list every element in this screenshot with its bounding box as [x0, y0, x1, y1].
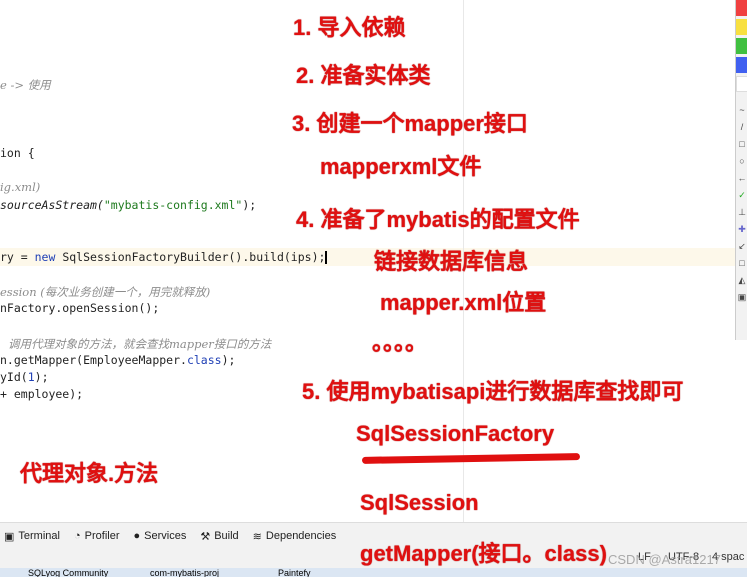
text-icon[interactable]: ⊥	[736, 204, 747, 221]
code-token: sourceAsStream(	[0, 198, 104, 212]
frame-icon[interactable]: □	[736, 255, 747, 272]
annotation-step-4-etc: 。。。。	[372, 330, 428, 355]
code-line: nFactory.openSession();	[0, 301, 160, 315]
color-swatch-yellow[interactable]	[736, 19, 747, 35]
annotation-step-2: 2. 准备实体类	[296, 63, 431, 88]
undo-icon[interactable]: ↙	[736, 238, 747, 255]
taskbar-item[interactable]: SQLyog Community	[28, 568, 108, 577]
taskbar-item[interactable]: Paintefy	[278, 568, 311, 577]
tool-window-label: Profiler	[84, 530, 120, 542]
color-swatch-white[interactable]	[736, 76, 747, 92]
move-icon[interactable]: ✚	[736, 221, 747, 238]
arrow-icon[interactable]: ←	[736, 170, 747, 187]
code-token: ry =	[0, 250, 35, 264]
tool-window-terminal[interactable]: ▣ Terminal	[4, 530, 60, 543]
code-keyword: new	[34, 250, 56, 264]
code-keyword: class	[186, 353, 222, 367]
color-swatch-blue[interactable]	[736, 57, 747, 73]
services-icon: ●	[133, 530, 141, 542]
terminal-icon: ▣	[4, 530, 15, 543]
tool-window-build[interactable]: ⚒ Build	[200, 530, 238, 543]
code-line: n.getMapper(EmployeeMapper.class);	[0, 353, 235, 367]
code-token: yId(	[0, 370, 28, 384]
taskbar-item[interactable]: com-mybatis-proj	[150, 568, 219, 577]
annotation-proxy-method: 代理对象.方法	[20, 461, 159, 486]
tool-window-services[interactable]: ● Services	[133, 530, 186, 542]
taskbar: SQLyog Community com-mybatis-proj Painte…	[0, 568, 747, 577]
code-line: ry = new SqlSessionFactoryBuilder().buil…	[0, 250, 328, 264]
dependencies-icon: ≋	[252, 530, 262, 543]
annotation-step-5: 5. 使用mybatisapi进行数据库查找即可	[302, 379, 684, 404]
rectangle-icon[interactable]: □	[736, 136, 747, 153]
tool-window-label: Build	[214, 530, 239, 542]
annotation-sqlsessionfactory: SqlSessionFactory	[356, 421, 555, 446]
text-caret	[325, 251, 328, 264]
code-line: sourceAsStream("mybatis-config.xml");	[0, 198, 256, 212]
profiler-icon: ◔	[73, 530, 81, 542]
annotation-sqlsession: SqlSession	[360, 490, 479, 515]
code-token: n.getMapper(EmployeeMapper.	[0, 353, 187, 367]
tool-window-label: Terminal	[18, 530, 60, 542]
code-string: "mybatis-config.xml"	[103, 198, 243, 212]
annotation-step-4-mapper: mapper.xml位置	[380, 290, 547, 315]
code-line: yId(1);	[0, 370, 49, 384]
code-token: SqlSessionFactoryBuilder().build(ips);	[55, 250, 326, 264]
check-icon[interactable]: ✓	[736, 187, 747, 204]
code-comment: ession (每次业务创建一个，用完就释放)	[0, 285, 211, 299]
code-line: + employee);	[0, 387, 84, 401]
screen-icon[interactable]: ▣	[736, 289, 747, 306]
line-icon[interactable]: /	[736, 119, 747, 136]
code-token: );	[242, 198, 257, 212]
ellipse-icon[interactable]: ○	[736, 153, 747, 170]
color-swatch-green[interactable]	[736, 38, 747, 54]
tool-window-label: Services	[144, 530, 187, 542]
tool-window-profiler[interactable]: ◔ Profiler	[74, 530, 120, 542]
color-swatch-red[interactable]	[736, 0, 747, 16]
annotation-step-3: 3. 创建一个mapper接口	[292, 111, 528, 136]
code-token: );	[221, 353, 236, 367]
watermark: CSDN @Astra1217	[608, 552, 721, 567]
tool-window-label: Dependencies	[265, 530, 337, 542]
hammer-icon: ⚒	[200, 530, 211, 543]
tool-window-dependencies[interactable]: ≋ Dependencies	[253, 530, 337, 543]
annotation-step-1: 1. 导入依赖	[293, 15, 406, 40]
code-line: ion {	[0, 146, 35, 160]
eraser-icon[interactable]: ◭	[736, 272, 747, 289]
annotation-step-3-detail: mapperxml文件	[320, 154, 482, 179]
code-token: );	[34, 370, 49, 384]
code-number: 1	[27, 370, 35, 384]
code-comment: 调用代理对象的方法，就会查找mapper接口的方法	[8, 337, 272, 351]
annotation-getmapper: getMapper(接口。class)	[360, 541, 607, 566]
freehand-icon[interactable]: ~	[736, 102, 747, 119]
annotation-step-4-db: 链接数据库信息	[374, 249, 529, 274]
annotation-step-4: 4. 准备了mybatis的配置文件	[296, 207, 580, 232]
annotation-tool-palette: ~ / □ ○ ← ✓ ⊥ ✚ ↙ □ ◭ ▣	[735, 0, 747, 340]
code-comment: ig.xml)	[0, 180, 41, 194]
code-comment: e -> 使用	[0, 78, 51, 92]
